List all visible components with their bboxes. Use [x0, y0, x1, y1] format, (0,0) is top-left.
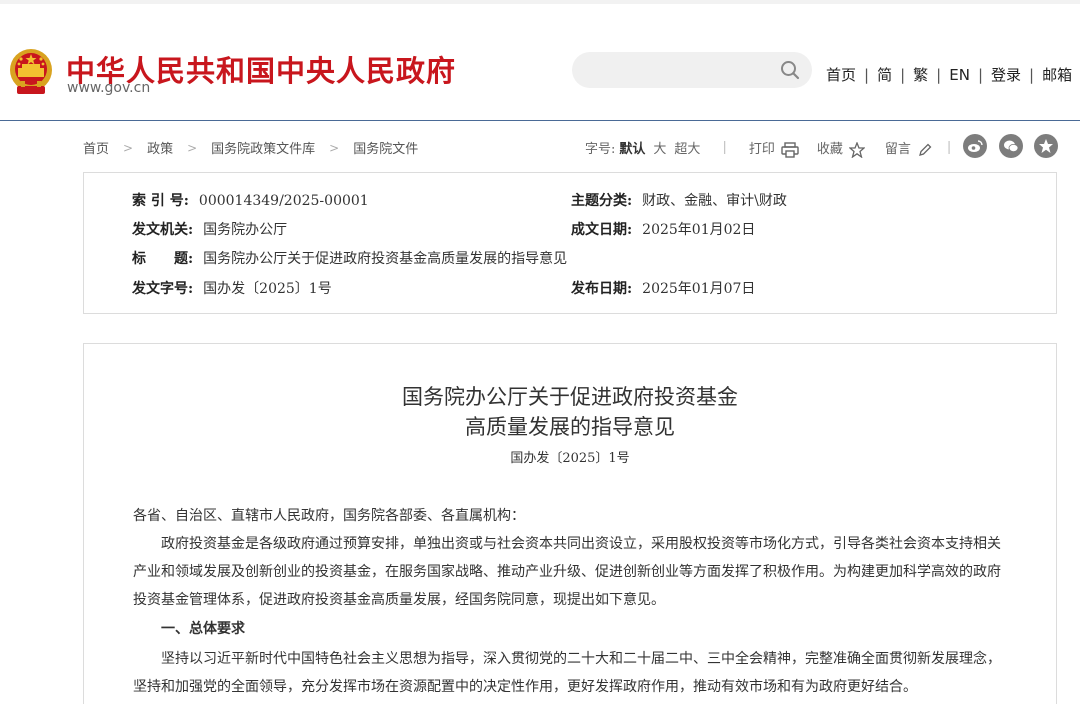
font-size-default[interactable]: 默认 — [619, 138, 645, 157]
divider: | — [946, 140, 952, 156]
document-title-line2: 高质量发展的指导意见 — [465, 415, 675, 439]
search-box[interactable] — [572, 52, 812, 88]
breadcrumb-home[interactable]: 首页 — [83, 138, 109, 157]
font-size-label: 字号: — [585, 142, 616, 158]
meta-publish-date: 发布日期: 2025年01月07日 — [571, 278, 755, 298]
pencil-icon — [917, 142, 935, 158]
nav-separator: | — [1029, 65, 1035, 84]
meta-issuer: 发文机关: 国务院办公厅 — [132, 219, 287, 239]
meta-category-label: 主题分类: — [571, 193, 633, 209]
site-url[interactable]: www.gov.cn — [67, 80, 150, 96]
favorite-label: 收藏 — [816, 142, 843, 157]
nav-mail-link[interactable]: 邮箱 — [1042, 64, 1072, 85]
meta-title-value: 国务院办公厅关于促进政府投资基金高质量发展的指导意见 — [203, 251, 568, 267]
meta-title: 标 题: 国务院办公厅关于促进政府投资基金高质量发展的指导意见 — [132, 248, 567, 268]
site-header: 中华人民共和国中央人民政府 www.gov.cn 首页 | 简 | 繁 | EN | 登… — [0, 4, 1080, 120]
meta-issuer-value: 国务院办公厅 — [203, 222, 288, 238]
article-tools: 字号: 默认 大 超大 | 打印 收藏 留言 | — [585, 138, 952, 159]
chevron-right-icon: > — [187, 140, 198, 155]
section-heading: 一、总体要求 — [161, 621, 245, 637]
nav-simplified-link[interactable]: 简 — [877, 64, 892, 85]
meta-doc-number: 发文字号: 国办发〔2025〕1号 — [132, 278, 332, 298]
comment-button[interactable]: 留言 — [885, 138, 935, 158]
search-input[interactable] — [588, 60, 772, 82]
meta-written-label: 成文日期: — [571, 222, 633, 238]
breadcrumb: 首页 > 政策 > 国务院政策文件库 > 国务院文件 — [83, 138, 418, 158]
nav-separator: | — [936, 65, 942, 84]
nav-separator: | — [900, 65, 906, 84]
breadcrumb-state-council-docs[interactable]: 国务院文件 — [353, 138, 418, 157]
document-title-line1: 国务院办公厅关于促进政府投资基金 — [402, 385, 738, 409]
salutation: 各省、自治区、直辖市人民政府，国务院各部委、各直属机构： — [133, 508, 525, 524]
star-icon — [848, 140, 867, 159]
meta-published-value: 2025年01月07日 — [642, 281, 756, 297]
divider: | — [722, 140, 727, 156]
meta-category: 主题分类: 财政、金融、审计\财政 — [571, 190, 787, 210]
header-divider — [0, 120, 1080, 121]
favorite-button[interactable]: 收藏 — [816, 138, 867, 159]
nav-home-link[interactable]: 首页 — [826, 64, 856, 85]
meta-docno-value: 国办发〔2025〕1号 — [203, 281, 332, 297]
document-title: 国务院办公厅关于促进政府投资基金 高质量发展的指导意见 — [0, 382, 1080, 442]
meta-published-label: 发布日期: — [571, 281, 633, 297]
weibo-share-icon[interactable] — [963, 134, 987, 158]
comment-label: 留言 — [884, 142, 911, 157]
nav-separator: | — [864, 65, 870, 84]
search-icon[interactable] — [780, 60, 800, 80]
meta-issuer-label: 发文机关: — [132, 222, 194, 238]
meta-title-label: 标 题: — [132, 251, 194, 267]
breadcrumb-policy[interactable]: 政策 — [147, 138, 173, 157]
breadcrumb-policy-library[interactable]: 国务院政策文件库 — [211, 138, 315, 157]
font-size-large[interactable]: 大 — [653, 138, 666, 157]
printer-icon — [781, 141, 799, 158]
favorite-share-icon[interactable] — [1034, 134, 1058, 158]
national-emblem-icon[interactable] — [8, 46, 54, 98]
nav-login-link[interactable]: 登录 — [991, 64, 1021, 85]
meta-written-date: 成文日期: 2025年01月02日 — [571, 219, 755, 239]
nav-traditional-link[interactable]: 繁 — [913, 64, 928, 85]
wechat-share-icon[interactable] — [999, 134, 1023, 158]
top-nav: 首页 | 简 | 繁 | EN | 登录 | 邮箱 — [826, 64, 1072, 85]
document-number: 国办发〔2025〕1号 — [510, 451, 630, 466]
font-size-xlarge[interactable]: 超大 — [674, 138, 700, 157]
nav-english-link[interactable]: EN — [949, 66, 970, 84]
meta-index: 索 引 号: 000014349/2025-00001 — [132, 190, 369, 210]
meta-category-value[interactable]: 财政、金融、审计\财政 — [642, 193, 787, 209]
meta-index-value: 000014349/2025-00001 — [198, 193, 369, 209]
print-button[interactable]: 打印 — [749, 138, 799, 158]
print-label: 打印 — [748, 142, 775, 157]
meta-docno-label: 发文字号: — [132, 281, 194, 297]
paragraph-intro: 政府投资基金是各级政府通过预算安排，单独出资或与社会资本共同出资设立，采用股权投… — [133, 536, 1001, 608]
nav-separator: | — [977, 65, 983, 84]
meta-index-label: 索 引 号: — [132, 193, 189, 209]
chevron-right-icon: > — [123, 140, 134, 155]
meta-written-value: 2025年01月02日 — [642, 222, 756, 238]
paragraph-requirements: 坚持以习近平新时代中国特色社会主义思想为指导，深入贯彻党的二十大和二十届二中、三… — [133, 651, 1001, 695]
chevron-right-icon: > — [329, 140, 340, 155]
